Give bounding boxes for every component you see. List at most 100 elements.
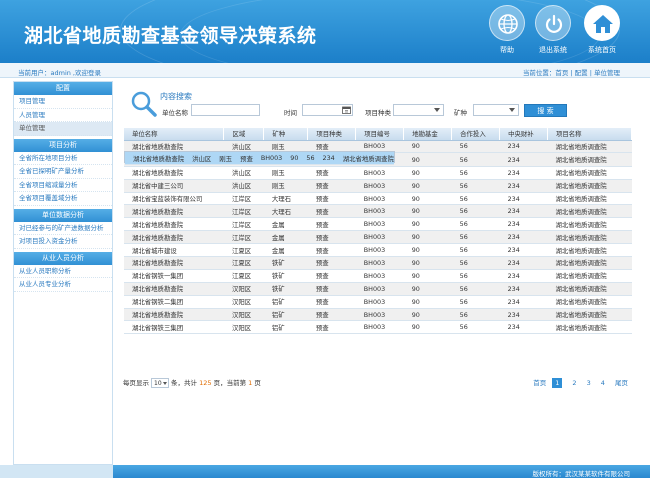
- table-cell: 江夏区: [223, 256, 264, 270]
- sidebar-item-major-analysis[interactable]: 从业人员专业分析: [14, 278, 112, 292]
- search-button[interactable]: 搜 索: [524, 104, 567, 117]
- sidebar-item-title-analysis[interactable]: 从业人员职称分析: [14, 265, 112, 278]
- table-row[interactable]: 湖北省地质勘查院 江岸区 金属 预查 BH003 90 56 234 湖北省地质调查院: [124, 230, 632, 245]
- table-cell: 预查: [307, 269, 356, 283]
- sidebar-group-header[interactable]: 单位数据分析: [14, 208, 112, 222]
- table-cell: 56: [451, 166, 500, 180]
- column-header[interactable]: 矿种: [263, 128, 309, 141]
- table-cell: 湖北省地质勘查院: [124, 256, 224, 270]
- table-cell: 湖北省地质调查院: [334, 152, 394, 166]
- table-row[interactable]: 湖北省地质勘查院 洪山区 刚玉 预查 BH003 90 56 234 湖北省地质调查院: [124, 166, 632, 180]
- table-cell: 湖北省地质调查院: [547, 256, 632, 270]
- table-cell: 湖北省钢铁二集团: [124, 295, 224, 309]
- table-cell: 汉阳区: [223, 320, 264, 335]
- home-button[interactable]: 系统首页: [579, 5, 625, 55]
- table-cell: 234: [499, 204, 548, 219]
- sidebar-item-funding-analysis[interactable]: 对项目投入资金分析: [14, 235, 112, 249]
- table-cell: 金属: [263, 217, 308, 232]
- table-cell: 56: [451, 153, 500, 167]
- table-row[interactable]: 湖北省宝蓝装饰有限公司 江岸区 大理石 预查 BH003 90 56 234 湖北省地质调查院: [124, 192, 632, 206]
- page-link-3[interactable]: 3: [587, 379, 591, 387]
- table-cell: 90: [403, 153, 452, 167]
- table-cell: 预查: [307, 166, 356, 180]
- table-row[interactable]: 湖北省城市建设 江夏区 金属 预查 BH003 90 56 234 湖北省地质调查院: [124, 243, 632, 258]
- column-header[interactable]: 区域: [223, 128, 265, 141]
- first-page-link[interactable]: 首页: [533, 377, 546, 387]
- sidebar-item-project-management[interactable]: 项目管理: [14, 95, 112, 109]
- table-cell: BH003: [355, 179, 404, 193]
- table-cell: 江岸区: [223, 192, 264, 206]
- column-header[interactable]: 项目名称: [547, 128, 632, 141]
- unit-name-input[interactable]: [191, 104, 260, 116]
- app-title: 湖北省地质勘查基金领导决策系统: [24, 25, 317, 47]
- table-cell: 铝矿: [263, 320, 308, 335]
- table-cell: 湖北省地质调查院: [547, 243, 632, 258]
- column-header[interactable]: 中央财补: [499, 128, 548, 141]
- sidebar-item-mineral-data-analysis[interactable]: 对已经参与的矿产进数据分析: [14, 222, 112, 235]
- sidebar-item-reduction-analysis[interactable]: 全省项目缩减量分析: [14, 179, 112, 192]
- table-row[interactable]: 湖北省钢铁一集团 江夏区 铁矿 预查 BH003 90 56 234 湖北省地质调查院: [124, 269, 632, 283]
- page-link-1[interactable]: 1: [552, 378, 563, 388]
- sidebar: 配置 项目管理 人员管理 单位管理 项目分析 全省所在地项目分析 全省已探明矿产…: [13, 81, 113, 465]
- table-row[interactable]: 湖北省地质勘查院 江岸区 金属 预查 BH003 90 56 234 湖北省地质调查院: [124, 217, 632, 232]
- table-cell: 预查: [307, 308, 356, 322]
- sidebar-group-header[interactable]: 配置: [14, 82, 112, 95]
- table-row[interactable]: 湖北省地质勘查院 江夏区 铁矿 预查 BH003 90 56 234 湖北省地质调查院: [124, 256, 632, 270]
- table-row[interactable]: 湖北省地质勘查院 汉阳区 铝矿 预查 BH003 90 56 234 湖北省地质调查院: [124, 308, 632, 322]
- page-link-2[interactable]: 2: [572, 379, 576, 387]
- table-row[interactable]: 湖北省地质勘查院 洪山区 刚玉 预查 BH003 90 56 234 湖北省地质调查院: [124, 151, 395, 166]
- project-type-select[interactable]: [393, 104, 444, 116]
- table-cell: 铁矿: [263, 256, 308, 270]
- sidebar-group-header[interactable]: 从业人员分析: [14, 251, 112, 265]
- sidebar-group-header[interactable]: 项目分析: [14, 138, 112, 152]
- table-row[interactable]: 湖北省中建三公司 洪山区 刚玉 预查 BH003 90 56 234 湖北省地质调查院: [124, 179, 632, 193]
- table-row[interactable]: 湖北省地质勘查院 江岸区 大理石 预查 BH003 90 56 234 湖北省地质调查院: [124, 204, 632, 219]
- chevron-down-icon: [163, 382, 167, 385]
- table-cell: 湖北省地质勘查院: [124, 166, 224, 180]
- table-cell: 90: [403, 217, 452, 232]
- table-cell: 234: [499, 153, 548, 167]
- table-cell: 湖北省中建三公司: [124, 179, 224, 193]
- per-page-label: 每页显示: [123, 379, 149, 387]
- last-page-link[interactable]: 尾页: [615, 377, 628, 387]
- table-cell: 湖北省地质调查院: [547, 140, 632, 154]
- help-label: 帮助: [500, 46, 514, 54]
- unit-name-label: 单位名称: [162, 109, 188, 117]
- sidebar-item-reserve-analysis[interactable]: 全省已探明矿产量分析: [14, 165, 112, 179]
- table-row[interactable]: 湖北省地质勘查院 汉阳区 铁矿 预查 BH003 90 56 234 湖北省地质调查院: [124, 282, 632, 296]
- table-row[interactable]: 湖北省钢铁三集团 汉阳区 铝矿 预查 BH003 90 56 234 湖北省地质调查院: [124, 320, 632, 335]
- table-cell: 90: [403, 243, 452, 258]
- per-page-select[interactable]: 10: [151, 378, 169, 388]
- column-header[interactable]: 合作投入: [451, 128, 501, 141]
- sidebar-item-location-analysis[interactable]: 全省所在地项目分析: [14, 152, 112, 165]
- column-header[interactable]: 项目编号: [355, 128, 405, 141]
- sidebar-item-personnel-management[interactable]: 人员管理: [14, 109, 112, 122]
- table-cell: BH003: [355, 308, 404, 322]
- calendar-icon[interactable]: [342, 106, 351, 114]
- table-cell: BH003: [355, 204, 404, 219]
- table-cell: 大理石: [263, 204, 308, 219]
- pager-text: 页: [254, 379, 261, 387]
- table-cell: 90: [403, 166, 452, 180]
- logout-button[interactable]: 退出系统: [531, 5, 575, 55]
- table-cell: 湖北省地质勘查院: [124, 308, 224, 322]
- column-header[interactable]: 项目种类: [307, 128, 357, 141]
- column-header[interactable]: 单位名称: [124, 128, 225, 141]
- table-row[interactable]: 湖北省钢铁二集团 汉阳区 铝矿 预查 BH003 90 56 234 湖北省地质调查院: [124, 295, 632, 309]
- table-cell: 金属: [263, 230, 308, 245]
- mineral-label: 矿种: [454, 109, 467, 117]
- table-cell: 56: [451, 217, 500, 232]
- main-content: 内容搜索 单位名称 时间 项目种类 矿种 搜 索 单位名称 区域 矿种 项目种类…: [118, 81, 638, 465]
- breadcrumb[interactable]: 当前位置：首页 | 配置 | 单位管理: [523, 67, 620, 77]
- column-header[interactable]: 地勘基金: [403, 128, 453, 141]
- time-input[interactable]: [302, 104, 353, 116]
- table-cell: 234: [499, 282, 548, 296]
- sidebar-item-coverage-analysis[interactable]: 全省项目覆盖域分析: [14, 192, 112, 206]
- table-cell: 234: [499, 230, 548, 245]
- page-link-4[interactable]: 4: [601, 379, 605, 387]
- sidebar-item-unit-management[interactable]: 单位管理: [14, 122, 112, 136]
- help-button[interactable]: 帮助: [485, 5, 529, 55]
- mineral-select[interactable]: [473, 104, 519, 116]
- table-cell: 90: [403, 308, 452, 322]
- table-cell: BH003: [355, 256, 404, 270]
